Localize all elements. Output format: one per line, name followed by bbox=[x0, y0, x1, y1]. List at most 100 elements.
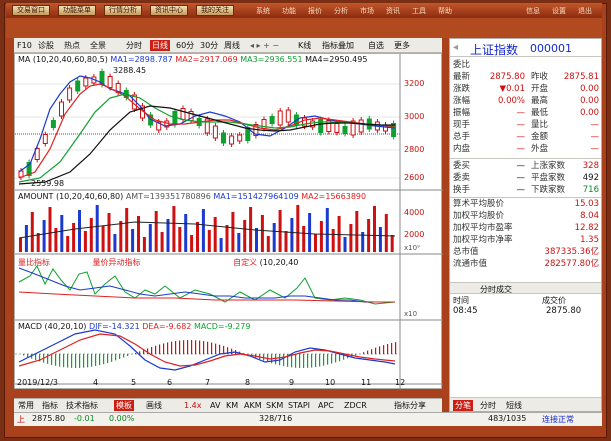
tab-km[interactable]: KM bbox=[226, 400, 238, 411]
macd-dea-legend: DEA=-9.682 bbox=[142, 322, 192, 331]
stat-key: 算术平均股价 bbox=[453, 199, 505, 209]
menu-tools[interactable]: 工具 bbox=[412, 6, 426, 16]
zoom-controls[interactable]: ◂ ▸ + − bbox=[250, 40, 279, 51]
volume-bar bbox=[30, 212, 34, 252]
menu-help[interactable]: 帮助 bbox=[438, 6, 452, 16]
tool-kline[interactable]: K线 bbox=[298, 40, 311, 51]
status-market[interactable]: 上 bbox=[17, 414, 25, 425]
tab-stapi[interactable]: STAPI bbox=[288, 400, 310, 411]
quote-key-2: 外盘 bbox=[531, 144, 549, 154]
tab-tech-indicator[interactable]: 技术指标 bbox=[66, 400, 98, 411]
tab-zdcr[interactable]: ZDCR bbox=[344, 400, 367, 411]
tool-weekly[interactable]: 周线 bbox=[224, 40, 240, 51]
volume-bar bbox=[296, 205, 300, 252]
quote-row: 涨幅 0.00% 最高 0.00 bbox=[453, 96, 600, 107]
macd-bar bbox=[71, 354, 73, 368]
tool-intraday[interactable]: 分时 bbox=[126, 40, 142, 51]
tab-share[interactable]: 指标分享 bbox=[394, 400, 426, 411]
candle-body bbox=[237, 134, 243, 142]
breadth-value-2: 716 bbox=[582, 185, 599, 195]
candle-body bbox=[42, 134, 48, 144]
volume-bar bbox=[24, 225, 28, 252]
tool-f10[interactable]: F10 bbox=[17, 40, 32, 51]
stat-row: 总市值 387335.36亿 bbox=[453, 247, 600, 258]
menu-quote[interactable]: 报价 bbox=[308, 6, 322, 16]
side-tab-ticks[interactable]: 分笔 bbox=[453, 400, 473, 411]
tool-panorama[interactable]: 全景 bbox=[90, 40, 106, 51]
macd-bar bbox=[335, 354, 337, 363]
volume-bar bbox=[184, 214, 188, 252]
top-button-trade[interactable]: 交易窗口 bbox=[12, 5, 50, 16]
macd-bar bbox=[311, 354, 313, 368]
x-label-3: 6 bbox=[167, 378, 173, 387]
tab-template[interactable]: 模板 bbox=[114, 400, 134, 411]
macd-bar bbox=[91, 354, 93, 367]
macd-bar bbox=[387, 343, 389, 354]
quote-key-2: 量比 bbox=[531, 120, 549, 130]
x-label-6: 9 bbox=[289, 378, 295, 387]
quote-prev-icon[interactable]: ◂ bbox=[453, 42, 458, 53]
candle-body bbox=[83, 77, 89, 87]
tab-indicator[interactable]: 指标 bbox=[42, 400, 58, 411]
tool-more[interactable]: 更多 bbox=[394, 40, 410, 51]
menu-right-settings[interactable]: 设置 bbox=[552, 6, 566, 16]
quote-row: 涨跌 ▼0.01 开盘 0.00 bbox=[453, 84, 600, 95]
macd-bar bbox=[95, 354, 97, 367]
top-button-watch[interactable]: 我的关注 bbox=[196, 5, 234, 16]
breadth-value: — bbox=[516, 161, 526, 171]
tab-scale[interactable]: 1.4x bbox=[184, 400, 201, 411]
tool-diagnose[interactable]: 诊股 bbox=[38, 40, 54, 51]
breadth-value-2: 328 bbox=[582, 161, 599, 171]
tool-60min[interactable]: 60分 bbox=[176, 40, 194, 51]
tool-overlay[interactable]: 指标叠加 bbox=[322, 40, 354, 51]
volume-bar bbox=[36, 233, 40, 252]
menu-right-exit[interactable]: 退出 bbox=[578, 6, 592, 16]
tab-av[interactable]: AV bbox=[210, 400, 220, 411]
chart-area[interactable]: MA (10,20,40,60,80,5) MA1=2898.787 MA2=2… bbox=[14, 53, 443, 390]
top-button-analysis[interactable]: 行情分析 bbox=[104, 5, 142, 16]
tool-watchlist[interactable]: 自选 bbox=[368, 40, 384, 51]
tab-common[interactable]: 常用 bbox=[18, 400, 34, 411]
side-tab-intraday[interactable]: 分时 bbox=[480, 400, 496, 411]
volume-bar bbox=[125, 208, 129, 252]
indicator-right-label[interactable]: 自定义 bbox=[233, 258, 257, 267]
side-tab-shortline[interactable]: 短线 bbox=[506, 400, 522, 411]
quote-value-2: 2875.81 bbox=[563, 72, 599, 82]
breadth-key: 委买 bbox=[453, 161, 471, 171]
tab-drawing[interactable]: 画线 bbox=[146, 400, 162, 411]
macd-bar bbox=[319, 354, 321, 367]
tool-daily[interactable]: 日线 bbox=[150, 40, 170, 51]
volume-bar bbox=[83, 231, 87, 252]
tab-akm[interactable]: AKM bbox=[244, 400, 262, 411]
menu-info[interactable]: 资讯 bbox=[386, 6, 400, 16]
tab-skm[interactable]: SKM bbox=[266, 400, 283, 411]
chart-svg[interactable] bbox=[15, 54, 443, 390]
vol-unit: x10⁹ bbox=[404, 244, 420, 252]
menu-system[interactable]: 系统 bbox=[256, 6, 270, 16]
divider bbox=[450, 197, 601, 198]
indicator-mid-label[interactable]: 量价异动指标 bbox=[93, 258, 141, 267]
tool-hot[interactable]: 热点 bbox=[64, 40, 80, 51]
candle-body bbox=[285, 109, 291, 123]
macd-bar bbox=[379, 346, 381, 354]
macd-bar bbox=[23, 354, 25, 356]
indicator-left-label[interactable]: 量比指标 bbox=[18, 258, 50, 267]
macd-bar bbox=[295, 354, 297, 368]
top-button-news[interactable]: 资讯中心 bbox=[150, 5, 188, 16]
quote-value-2: — bbox=[590, 132, 600, 142]
menu-analysis[interactable]: 分析 bbox=[334, 6, 348, 16]
tick-col-time: 时间 bbox=[453, 296, 469, 305]
volume-bar bbox=[355, 211, 359, 252]
menu-market[interactable]: 市场 bbox=[360, 6, 374, 16]
volume-ma1-legend: MA1=151427964109 bbox=[213, 192, 299, 201]
tool-30min[interactable]: 30分 bbox=[200, 40, 218, 51]
menu-function[interactable]: 功能 bbox=[282, 6, 296, 16]
tab-apc[interactable]: APC bbox=[318, 400, 334, 411]
stat-key: 总市值 bbox=[453, 247, 479, 257]
macd-bar bbox=[155, 345, 157, 354]
volume-bar bbox=[231, 212, 235, 252]
macd-bar bbox=[103, 354, 105, 365]
menu-right-info[interactable]: 信息 bbox=[526, 6, 540, 16]
quote-key: 委比 bbox=[453, 60, 471, 70]
top-button-menu[interactable]: 功能菜单 bbox=[58, 5, 96, 16]
